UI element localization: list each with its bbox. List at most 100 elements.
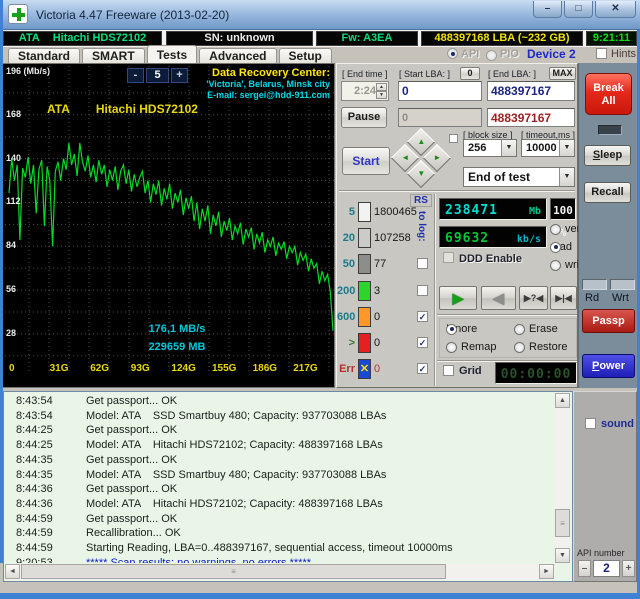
tab-smart[interactable]: SMART	[82, 48, 145, 63]
maximize-button[interactable]: □	[564, 1, 593, 18]
log-line: 8:44:36 Model: ATA Hitachi HDS72102; Capa…	[4, 497, 554, 512]
counter-value: 107258	[374, 232, 411, 244]
counter-value: 0	[374, 311, 381, 323]
read-radio[interactable]	[550, 241, 561, 253]
mode-read[interactable]: read	[550, 241, 572, 253]
grid-label: Grid	[459, 365, 482, 377]
grid-checkbox[interactable]	[443, 365, 454, 376]
hscroll-thumb[interactable]: ≡	[21, 564, 446, 579]
scroll-left-icon[interactable]: ◄	[5, 564, 20, 579]
end-time-up-icon[interactable]: ▲	[376, 83, 387, 91]
end-time-down-icon[interactable]: ▼	[376, 91, 387, 99]
write-radio[interactable]	[550, 259, 561, 271]
block-size-select[interactable]: 256 ▼	[463, 139, 517, 157]
x-tick: 93G	[130, 363, 150, 374]
log-listbox[interactable]: 8:43:54 Get passport... OK 8:43:54 Model: A…	[3, 391, 573, 582]
end-time-spinner[interactable]: 2:24 ▲ ▼	[341, 81, 389, 101]
api-number-plus-button[interactable]: +	[622, 560, 635, 577]
pio-radio[interactable]	[486, 50, 497, 61]
log-line: 8:44:25 Model: ATA Hitachi HDS72102; Capa…	[4, 438, 554, 453]
api-number-minus-button[interactable]: –	[578, 560, 591, 577]
wrt-label: Wrt	[612, 292, 629, 304]
x-tick: 155G	[212, 363, 237, 374]
log-line: 8:44:59 Recallibration... OK	[4, 526, 554, 541]
hints-checkbox[interactable]	[596, 48, 607, 59]
log-time: 8:44:35	[16, 453, 53, 466]
counter-label: >	[348, 337, 355, 349]
to-log-checkbox[interactable]	[417, 258, 428, 269]
timeout-dropdown-icon[interactable]: ▼	[559, 140, 574, 156]
back-button[interactable]: ◀	[481, 286, 516, 310]
log-vertical-scrollbar[interactable]: ▲ ▼ ≡	[555, 393, 571, 563]
x-tick: 31G	[49, 363, 69, 374]
hints-label: Hints	[611, 48, 637, 60]
ddd-checkbox[interactable]	[443, 252, 454, 263]
end-lba-input2[interactable]: 488397167	[487, 108, 575, 127]
wrt-led	[610, 279, 635, 290]
tab-standard[interactable]: Standard	[8, 48, 81, 63]
to-log-checkbox[interactable]: ✓	[417, 363, 428, 374]
log-time: 8:43:54	[16, 395, 53, 407]
counter-row-Err: Err ✕ 0 ✓	[337, 359, 434, 379]
defect-action-remap[interactable]: Remap	[446, 341, 496, 353]
restore-radio[interactable]	[514, 341, 525, 353]
max-button[interactable]: MAX	[549, 67, 576, 80]
tabs: Standard SMART Tests Advanced Setup	[8, 45, 334, 63]
start-lba-input[interactable]: 0	[398, 81, 482, 101]
to-log-checkbox[interactable]: ✓	[417, 337, 428, 348]
defect-action-restore[interactable]: Restore	[514, 341, 568, 353]
start-lba-zero-button[interactable]: 0	[460, 67, 480, 80]
y-tick: 84	[6, 240, 17, 251]
tab-tests[interactable]: Tests	[146, 45, 198, 63]
end-action-select[interactable]: End of test ▼	[463, 167, 575, 187]
counter-color-box	[358, 228, 371, 248]
erase-radio[interactable]	[514, 323, 525, 335]
recall-button[interactable]: Recall	[584, 182, 631, 203]
close-button[interactable]: ✕	[595, 1, 636, 18]
sound-checkbox[interactable]	[585, 418, 596, 429]
graph-zoom-plus-button[interactable]: +	[171, 68, 188, 83]
sleep-button[interactable]: Sleep	[584, 145, 631, 166]
block-size-dropdown-icon[interactable]: ▼	[501, 140, 516, 156]
log-line: 8:44:59 Starting Reading, LBA=0..48839716…	[4, 541, 554, 556]
y-tick: 196 (Mb/s)	[6, 66, 51, 76]
lcd-percent: 100 %	[550, 198, 576, 239]
log-text: Model: ATA SSD Smartbuy 480; Capacity: 9…	[86, 468, 387, 481]
remap-radio[interactable]	[446, 341, 457, 353]
scroll-up-icon[interactable]: ▲	[555, 393, 570, 408]
end-lba-input[interactable]: 488397167	[487, 81, 575, 101]
api-radio[interactable]	[447, 48, 458, 59]
defect-action-ignore[interactable]: Ignore	[446, 323, 477, 335]
serial-segment: SN: unknown	[166, 31, 313, 46]
x-tick: 124G	[171, 363, 196, 374]
nav-checkbox[interactable]	[449, 134, 458, 143]
to-log-checkbox[interactable]	[417, 285, 428, 296]
play-button[interactable]: ▶	[439, 286, 477, 310]
start-button[interactable]: Start	[342, 147, 390, 175]
break-all-button[interactable]: Break All	[585, 73, 632, 115]
to-log-checkbox[interactable]: ✓	[417, 311, 428, 322]
minimize-button[interactable]: –	[533, 1, 562, 18]
tab-advanced[interactable]: Advanced	[199, 48, 277, 63]
tab-setup[interactable]: Setup	[278, 48, 332, 63]
end-action-dropdown-icon[interactable]: ▼	[559, 168, 574, 186]
timeout-select[interactable]: 10000 ▼	[521, 139, 575, 157]
counter-value: 77	[374, 258, 387, 270]
counter-label: Err	[339, 363, 355, 375]
vscroll-thumb[interactable]: ≡	[555, 509, 570, 537]
pause-button[interactable]: Pause	[341, 107, 387, 128]
verify-radio[interactable]	[550, 223, 561, 235]
power-button[interactable]: Power	[582, 354, 635, 378]
defect-action-erase[interactable]: Erase	[514, 323, 558, 335]
seek-edge-button[interactable]: ▶|◀	[550, 286, 577, 310]
scroll-right-icon[interactable]: ►	[539, 564, 554, 579]
data-recovery-banner: Data Recovery Center: 'Victoria', Belaru…	[206, 67, 330, 100]
passp-button[interactable]: Passp	[582, 309, 635, 333]
title-bar[interactable]: Victoria 4.47 Freeware (2013-02-20) – □ …	[0, 0, 640, 30]
ignore-radio[interactable]	[446, 323, 457, 335]
log-horizontal-scrollbar[interactable]: ◄ ► ≡	[5, 564, 554, 580]
scroll-down-icon[interactable]: ▼	[555, 548, 570, 563]
graph-zoom-minus-button[interactable]: -	[127, 68, 144, 83]
seek-error-button[interactable]: ▶?◀	[519, 286, 548, 310]
start-lba-input2: 0	[398, 108, 482, 127]
